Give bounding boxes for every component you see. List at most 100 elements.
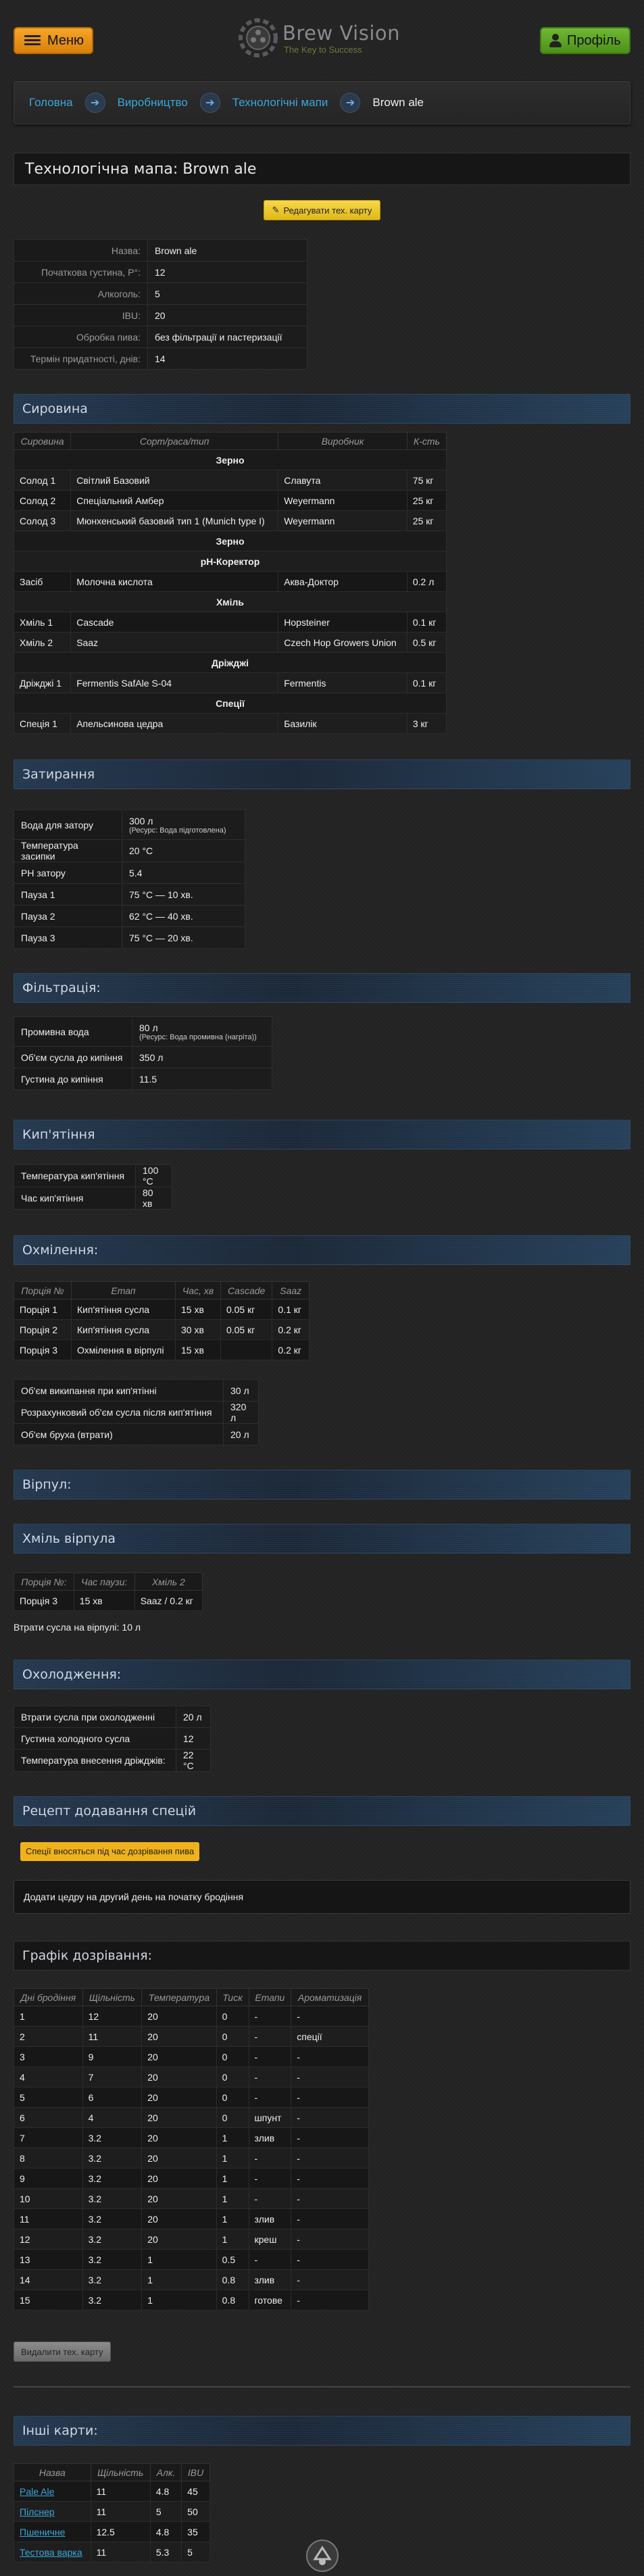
breadcrumb-home[interactable]: Головна [29, 96, 73, 109]
profile-button[interactable]: Профіль [540, 27, 630, 54]
table-cell: 25 кг [406, 510, 447, 531]
table-row: Температура засипки 20 °C [14, 839, 245, 862]
brew-vision-footer-icon[interactable] [305, 2539, 339, 2573]
hopping-header: Saaz [272, 1281, 309, 1299]
group-row: Спеції [14, 693, 447, 714]
mash-value: 5.4 [122, 862, 245, 884]
boil-label: Час кип'ятіння [14, 1187, 136, 1210]
whirlpool-header: Час паузи: [73, 1572, 135, 1591]
summary-label: Алкоголь: [14, 282, 148, 305]
section-whirlpool: Вірпул: [14, 1470, 630, 1500]
table-cell: 0.5 [216, 2249, 249, 2270]
table-row: 10 3.2 20 1- - [14, 2188, 369, 2209]
table-cell: - [248, 2026, 292, 2047]
table-cell: 0.1 кг [406, 672, 447, 693]
table-cell: 20 [141, 2066, 217, 2087]
table-cell: 3.2 [82, 2148, 143, 2169]
table-cell: 0.5 кг [406, 632, 447, 653]
logo[interactable]: Brew Vision The Key to Success [238, 16, 407, 61]
table-cell: спеції [291, 2026, 369, 2047]
menu-button[interactable]: Меню [14, 27, 93, 54]
cooling-value: 20 л [176, 1706, 211, 1728]
table-cell: 3.2 [82, 2208, 143, 2229]
raw-header: К-сть [406, 432, 447, 450]
table-row: Втрати сусла при охолодженні 20 л [14, 1706, 211, 1728]
table-cell: 4.8 [149, 2481, 182, 2502]
table-row: Тестова варка 11 5.3 5 [14, 2542, 210, 2562]
table-cell: 11 [90, 2481, 151, 2502]
table-cell: 1 [216, 2208, 249, 2229]
breadcrumb-production[interactable]: Виробництво [118, 96, 188, 109]
table-cell: готове [248, 2289, 292, 2310]
table-cell: Апельсинова цедра [70, 713, 279, 734]
table-cell: Солод 1 [13, 470, 72, 491]
map-link[interactable]: Пілснер [20, 2506, 55, 2517]
table-cell: 3 кг [406, 713, 447, 734]
mash-water-resource: (Ресурс: Вода підготовлена) [129, 826, 226, 835]
cooling-label: Температура внесення дріжджів: [14, 1749, 176, 1772]
table-cell: креш [248, 2229, 292, 2250]
table-header-row: Дні бродіння Щільність Температура Тиск Етап… [14, 1988, 369, 2006]
map-link[interactable]: Пшеничне [20, 2527, 65, 2537]
map-link[interactable]: Pale Ale [20, 2486, 54, 2497]
volume-value: 20 л [223, 1423, 259, 1445]
table-row: Алкоголь: 5 [14, 282, 307, 305]
table-row: Температура внесення дріжджів: 22 °C [14, 1749, 211, 1772]
group-row: Зерно [14, 530, 447, 551]
table-cell: 35 [181, 2521, 210, 2542]
group-row: Хміль [14, 591, 447, 612]
spice-timing-badge: Спеції вносяться під час дозрівання пива [20, 1842, 200, 1861]
summary-label: IBU: [14, 304, 148, 326]
table-cell: 13 [14, 2249, 83, 2270]
table-cell: Порція 3 [14, 1590, 74, 1611]
whirlpool-header: Хміль 2 [134, 1572, 203, 1591]
table-cell: 0.2 кг [272, 1339, 309, 1360]
summary-value: Brown ale [147, 239, 307, 262]
wash-water-resource: (Ресурс: Вода промивна (нагріта)) [139, 1033, 257, 1041]
table-cell: 3.2 [82, 2168, 143, 2189]
breadcrumb-current: Brown ale [372, 96, 424, 109]
table-cell: 20 [141, 2208, 217, 2229]
logo-title: Brew Vision [282, 22, 401, 45]
delete-map-button[interactable]: Видалити тех. карту [14, 2342, 111, 2362]
table-cell: Hopsteiner [278, 612, 407, 633]
table-cell: - [248, 2066, 292, 2087]
hopping-header: Порція № [13, 1281, 72, 1299]
table-row: Солод 1 Світлий Базовий Славута 75 кг [13, 470, 447, 491]
schedule-header: Щільність [82, 1988, 143, 2006]
table-cell: 12.5 [90, 2521, 151, 2542]
mash-water-label: Вода для затору [14, 810, 122, 840]
table-cell: - [248, 2006, 292, 2027]
table-cell: 15 хв [175, 1339, 221, 1360]
table-cell: Славута [278, 470, 407, 491]
breadcrumb-tech-maps[interactable]: Технологічні мапи [232, 96, 328, 109]
table-cell: 1 [141, 2269, 217, 2290]
table-cell: 20 [141, 2087, 217, 2108]
table-cell: 5 [181, 2542, 210, 2562]
table-header-row: Порція № Етап Час, хв Cascade Saaz [13, 1281, 309, 1299]
arrow-right-icon: ➔ [340, 93, 361, 113]
edit-map-button[interactable]: ✎ Редагувати тех. карту [263, 200, 381, 220]
mash-label: Пауза 2 [14, 905, 122, 927]
hamburger-icon [24, 35, 41, 46]
section-raw: Сировина [14, 394, 630, 424]
table-cell: Weyermann [278, 510, 407, 531]
table-cell: 3.2 [82, 2249, 143, 2270]
table-cell: 20 [141, 2006, 217, 2027]
table-row: Порція 1 Кип'ятіння сусла 15 хв 0.05 кг 0.1 … [13, 1299, 309, 1320]
table-cell: Порція 3 [13, 1339, 72, 1360]
table-cell: Засіб [13, 571, 72, 592]
table-cell: 11 [14, 2208, 83, 2229]
menu-label: Меню [47, 32, 84, 48]
table-cell: 45 [181, 2481, 210, 2502]
table-row: 13 3.2 1 0.5- - [14, 2249, 369, 2270]
summary-label: Назва: [14, 239, 148, 262]
fermentation-schedule-table: Дні бродіння Щільність Температура Тиск Етап… [14, 1988, 369, 2310]
table-cell: Солод 3 [13, 510, 72, 531]
map-link[interactable]: Тестова варка [20, 2547, 82, 2558]
table-cell: 11 [90, 2542, 151, 2562]
table-cell: - [248, 2046, 292, 2067]
summary-label: Початкова густина, P°: [14, 261, 148, 283]
table-cell: 15 [14, 2289, 83, 2310]
table-cell: 12 [14, 2229, 83, 2250]
